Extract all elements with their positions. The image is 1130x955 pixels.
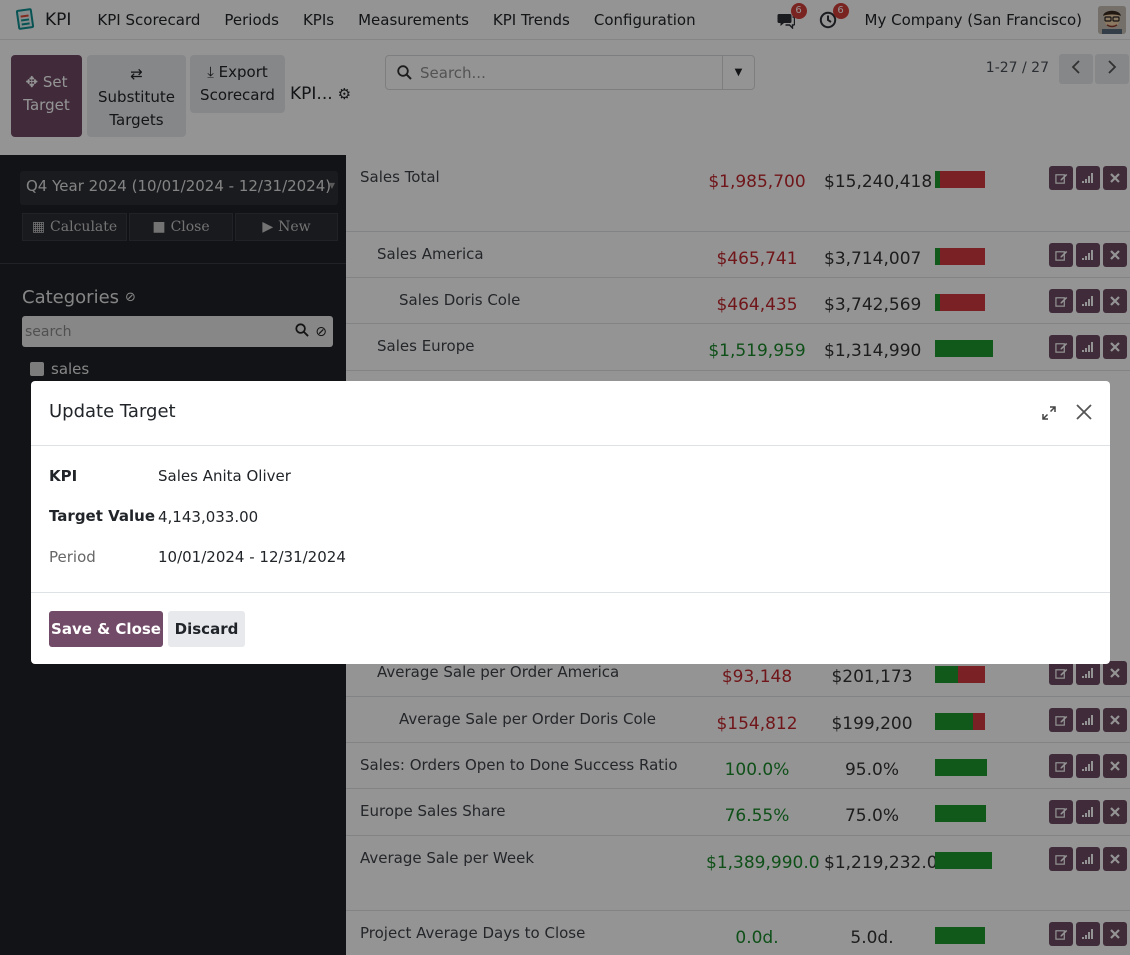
update-target-dialog: Update Target KPI Sales Anita Oliver Tar… — [31, 381, 1110, 664]
period-value: 10/01/2024 - 12/31/2024 — [158, 548, 346, 566]
discard-button[interactable]: Discard — [168, 611, 245, 647]
kpi-label: KPI — [49, 467, 78, 485]
target-value-label: Target Value — [49, 507, 156, 525]
dialog-title: Update Target — [49, 401, 176, 422]
period-label: Period — [49, 548, 96, 566]
save-close-button[interactable]: Save & Close — [49, 611, 163, 647]
kpi-field[interactable]: Sales Anita Oliver — [158, 467, 291, 485]
target-value-input[interactable]: 4,143,033.00 — [158, 508, 258, 526]
close-icon[interactable] — [1073, 401, 1095, 423]
expand-icon[interactable] — [1039, 403, 1059, 423]
dialog-header: Update Target — [31, 381, 1110, 446]
dialog-footer: Save & Close Discard — [31, 592, 1110, 664]
